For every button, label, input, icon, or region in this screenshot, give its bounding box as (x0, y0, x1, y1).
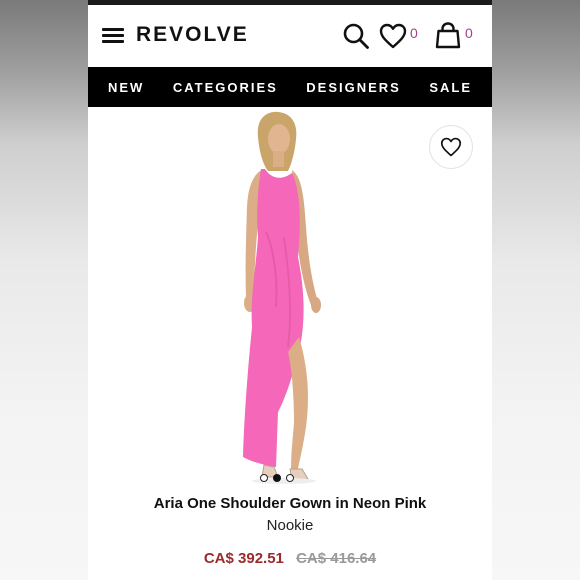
carousel-dot-3[interactable] (286, 474, 294, 482)
carousel-dot-1[interactable] (260, 474, 268, 482)
nav-item-designers[interactable]: DESIGNERS (306, 80, 401, 95)
site-header: REVOLVE 0 0 (88, 5, 492, 67)
background-left (0, 0, 88, 580)
heart-outline-icon (440, 137, 462, 157)
product-image[interactable] (88, 107, 492, 487)
bag-count: 0 (465, 25, 473, 41)
search-icon[interactable] (342, 22, 370, 50)
bag-icon[interactable] (434, 21, 462, 49)
wishlist-count: 0 (410, 25, 418, 41)
background-right (492, 0, 580, 580)
nav-item-sale[interactable]: SALE (429, 80, 472, 95)
phone-screen: REVOLVE 0 0 NEW CATEGORIES DESIGNERS SAL… (88, 0, 492, 580)
product-prices: CA$ 392.51 CA$ 416.64 (88, 550, 492, 567)
original-price: CA$ 416.64 (296, 550, 377, 567)
add-to-wishlist-button[interactable] (429, 125, 473, 169)
main-nav: NEW CATEGORIES DESIGNERS SALE (88, 67, 492, 107)
product-designer[interactable]: Nookie (88, 517, 492, 534)
carousel-dot-2[interactable] (273, 474, 281, 482)
heart-icon[interactable] (379, 23, 407, 49)
image-carousel-dots (260, 474, 294, 482)
product-title: Aria One Shoulder Gown in Neon Pink (153, 495, 427, 512)
menu-icon[interactable] (102, 28, 124, 44)
sale-price: CA$ 392.51 (203, 550, 284, 567)
nav-item-categories[interactable]: CATEGORIES (173, 80, 278, 95)
nav-item-new[interactable]: NEW (108, 80, 144, 95)
brand-logo[interactable]: REVOLVE (136, 23, 249, 47)
